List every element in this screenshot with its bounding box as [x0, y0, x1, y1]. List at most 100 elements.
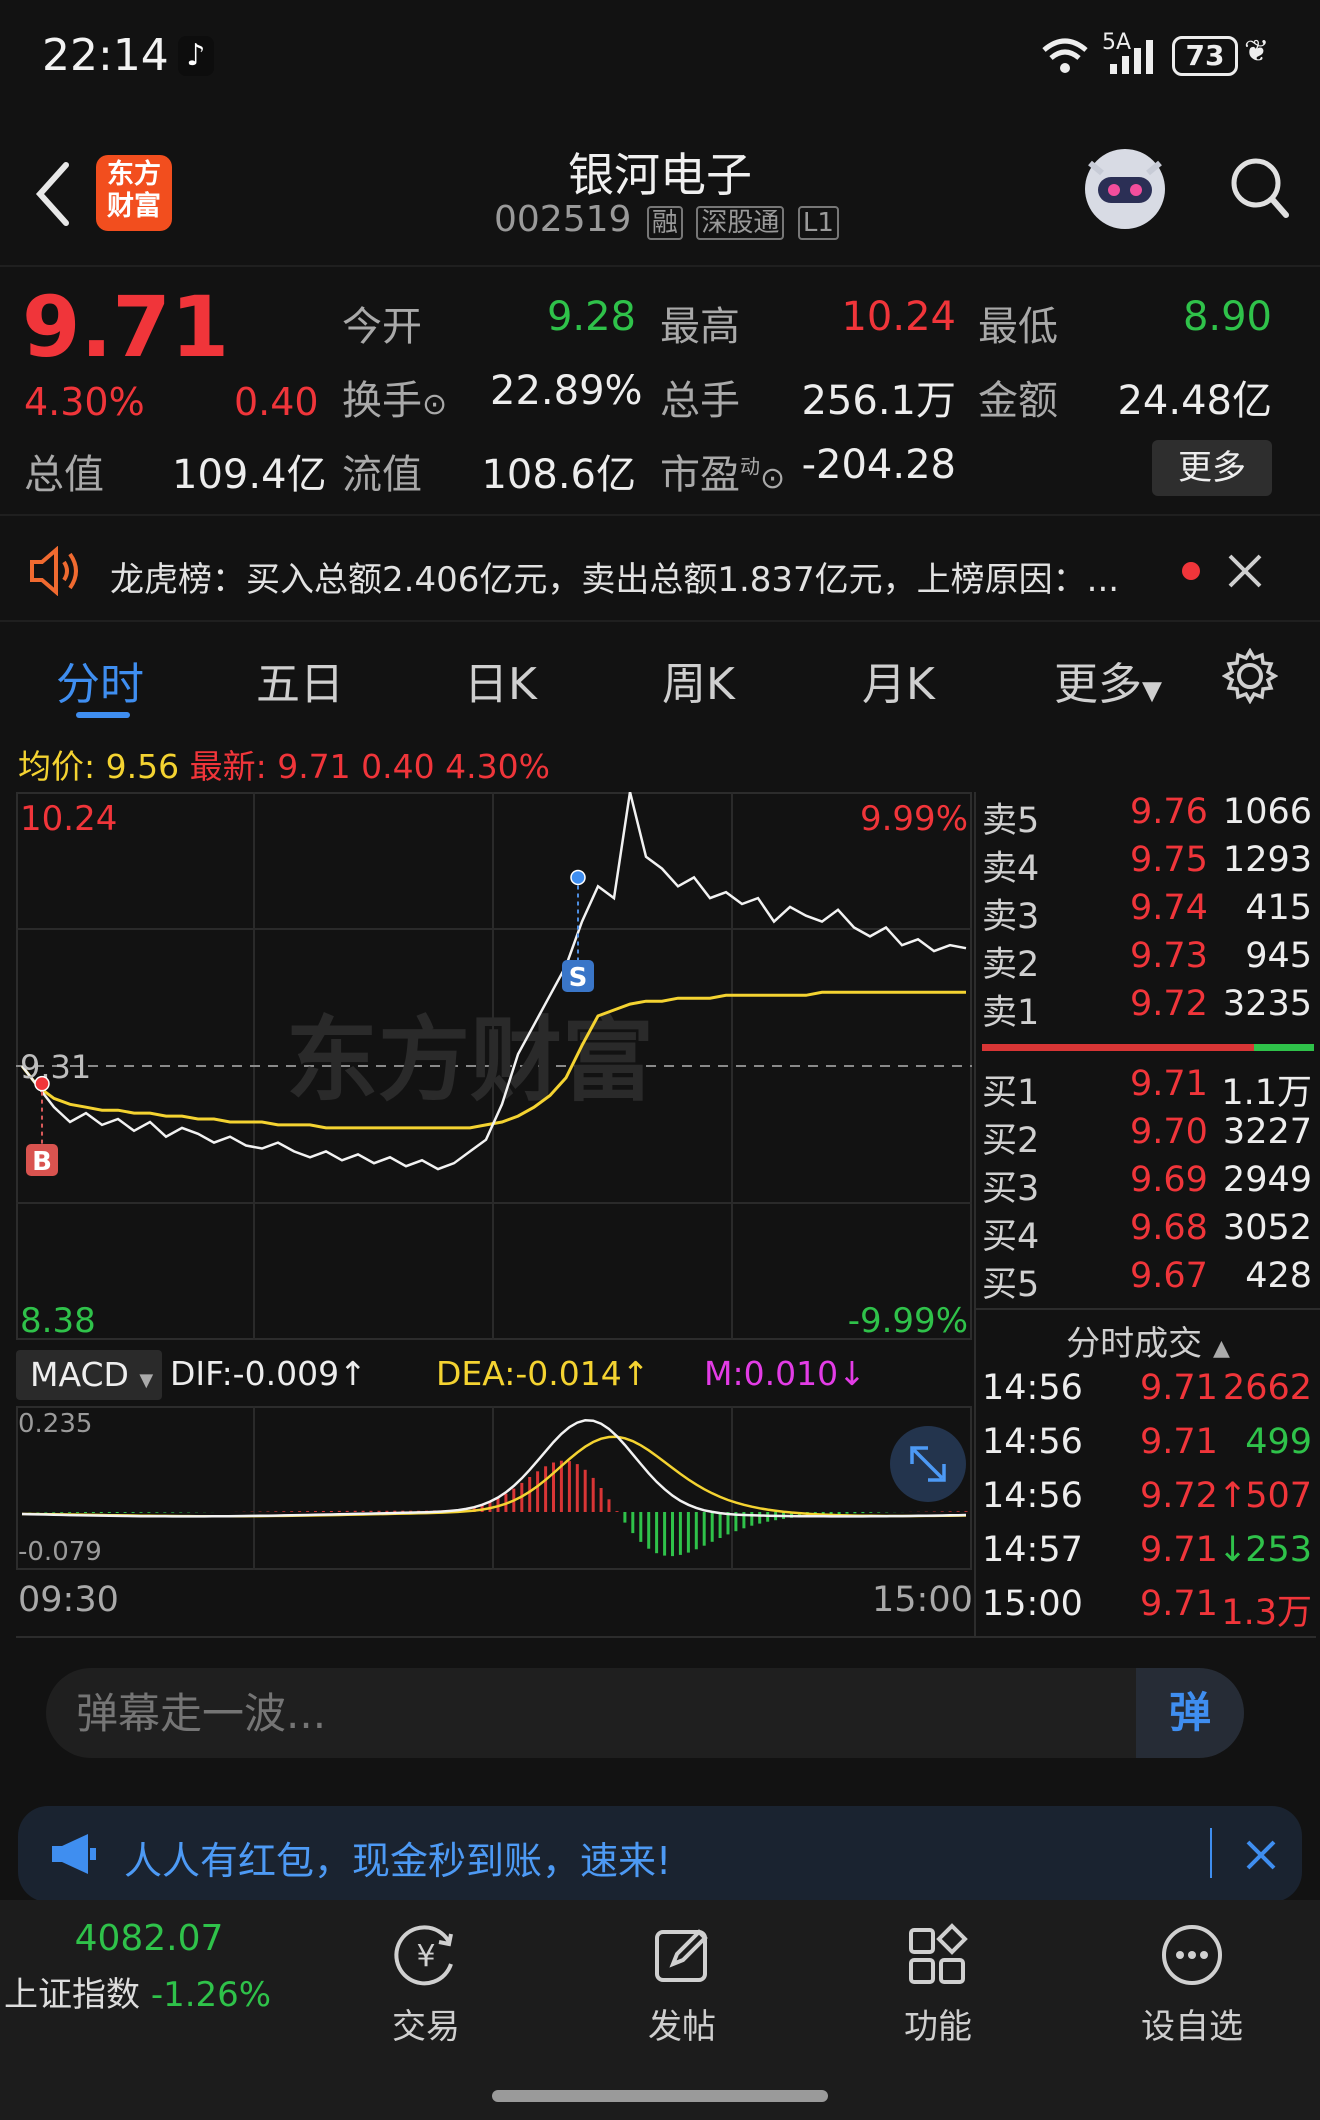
nav-add-watchlist-label: 设自选	[1141, 2007, 1243, 2047]
bid-2-vol: 3227	[1222, 1112, 1312, 1152]
svg-text:¥: ¥	[416, 1939, 435, 1974]
danmu-bar: 弹	[46, 1668, 1244, 1758]
macd-bar	[52, 1512, 56, 1513]
wifi-icon	[1042, 38, 1088, 73]
yuan-icon: ¥	[394, 1925, 453, 1986]
signal-icon	[1110, 40, 1153, 74]
ask-5-row[interactable]: 卖5 9.76 1066	[980, 792, 1316, 841]
buy-marker-label: B	[32, 1147, 52, 1177]
last-price: 9.71	[22, 278, 230, 376]
tab-five-day[interactable]: 五日	[256, 648, 344, 712]
macd-bar	[956, 1511, 960, 1512]
macd-bar	[361, 1510, 365, 1512]
nav-functions-label: 功能	[904, 2007, 972, 2047]
tick-price: 9.71↓	[1140, 1530, 1247, 1570]
macd-chart[interactable]: 0.235 -0.079	[16, 1406, 972, 1570]
ask-1-label: 卖1	[982, 993, 1040, 1033]
margin-tag: 融	[646, 206, 683, 240]
bid-1-row[interactable]: 买1 9.71 1.1万	[980, 1064, 1316, 1113]
nav-functions[interactable]: 功能	[838, 1920, 1038, 2048]
pe-label: 市盈动⊙	[660, 442, 785, 500]
macd-bar	[710, 1512, 714, 1542]
macd-m: M:0.010↓	[704, 1354, 866, 1393]
macd-bar	[718, 1512, 722, 1538]
more-button[interactable]: 更多	[1152, 440, 1272, 496]
gear-icon[interactable]	[1222, 648, 1278, 704]
tick-dir: ↑	[1217, 1476, 1248, 1516]
nav-trade[interactable]: ¥ 交易	[326, 1920, 526, 2048]
ask-4-row[interactable]: 卖4 9.75 1293	[980, 840, 1316, 889]
info-icon[interactable]: ⊙	[422, 387, 447, 422]
tick-time: 14:56	[982, 1476, 1083, 1516]
turnover-label: 换手⊙	[342, 368, 447, 426]
macd-bar	[877, 1512, 881, 1513]
ask-4-price: 9.75	[1130, 840, 1208, 880]
avg-price-legend: 均价: 9.56	[18, 747, 180, 786]
bid-2-label: 买2	[982, 1121, 1040, 1161]
bid-3-row[interactable]: 买3 9.69 2949	[980, 1160, 1316, 1209]
promo-divider	[1210, 1828, 1212, 1878]
tab-intraday[interactable]: 分时	[56, 648, 144, 712]
intraday-chart[interactable]: 东方财富 10.24 8.38 9.31 9.99% -9.99% B S	[16, 792, 972, 1340]
pe-info-icon[interactable]: ⊙	[760, 461, 785, 496]
tick-row[interactable]: 14:56 9.72↑ 507	[980, 1476, 1316, 1528]
ask-1-row[interactable]: 卖1 9.72 3235	[980, 984, 1316, 1033]
ask-2-vol: 945	[1245, 936, 1312, 976]
close-icon[interactable]	[1226, 552, 1264, 590]
tick-dir: ↓	[1217, 1530, 1248, 1570]
chevron-up-icon: ▲	[1212, 1336, 1230, 1361]
macd-bar	[853, 1512, 857, 1514]
bid-2-row[interactable]: 买2 9.70 3227	[980, 1112, 1316, 1161]
float-value: 108.6亿	[481, 452, 636, 498]
promo-close-icon[interactable]	[1244, 1838, 1278, 1872]
macd-bar	[567, 1461, 571, 1512]
x-end-label: 15:00	[872, 1580, 973, 1620]
ask-2-row[interactable]: 卖2 9.73 945	[980, 936, 1316, 985]
tab-more[interactable]: 更多▼	[1054, 648, 1162, 712]
notice-bar[interactable]: 龙虎榜：买入总额2.406亿元，卖出总额1.837亿元，上榜原因：...	[0, 518, 1320, 622]
promo-banner[interactable]: 人人有红包，现金秒到账，速来!	[18, 1806, 1302, 1902]
pct-max-label: 9.99%	[860, 799, 968, 839]
macd-bar	[123, 1512, 127, 1513]
macd-bar	[655, 1512, 659, 1554]
tick-row[interactable]: 15:00 9.71 1.3万	[980, 1584, 1316, 1636]
high-label: 最高	[660, 304, 740, 350]
macd-bar	[369, 1510, 373, 1512]
sell-marker-label: S	[569, 963, 588, 993]
tick-row[interactable]: 14:57 9.71↓ 253	[980, 1530, 1316, 1582]
tab-daily-k[interactable]: 日K	[464, 648, 537, 712]
danmu-send-button[interactable]: 弹	[1136, 1668, 1244, 1758]
bid-5-vol: 428	[1245, 1256, 1312, 1296]
stock-code-line: 002519 融 深股通 L1	[494, 199, 839, 240]
macd-bar	[282, 1511, 286, 1512]
nav-add-watchlist[interactable]: 设自选	[1092, 1920, 1292, 2048]
ask-3-row[interactable]: 卖3 9.74 415	[980, 888, 1316, 937]
search-icon[interactable]	[1228, 155, 1292, 225]
bid-4-label: 买4	[982, 1217, 1040, 1257]
buy-ratio-fill	[982, 1044, 1255, 1051]
tick-row[interactable]: 14:56 9.71 2662	[980, 1368, 1316, 1420]
nav-post[interactable]: 发帖	[582, 1920, 782, 2048]
macd-bar	[115, 1512, 119, 1513]
bid-5-row[interactable]: 买5 9.67 428	[980, 1256, 1316, 1305]
tick-price: 9.71	[1140, 1368, 1218, 1408]
index-widget[interactable]: 4082.07 上证指数 -1.26%	[4, 1918, 294, 2016]
bid-3-price: 9.69	[1130, 1160, 1208, 1200]
ask-1-price: 9.72	[1130, 984, 1208, 1024]
bid-4-row[interactable]: 买4 9.68 3052	[980, 1208, 1316, 1257]
tick-row[interactable]: 14:56 9.71 499	[980, 1422, 1316, 1474]
macd-dea: DEA:-0.014↑	[436, 1354, 650, 1393]
chart-legend: 均价: 9.56 最新: 9.71 0.40 4.30%	[18, 740, 550, 788]
buy-marker[interactable]: B	[26, 1075, 58, 1177]
tick-price: 9.71	[1140, 1584, 1218, 1624]
tab-weekly-k[interactable]: 周K	[662, 648, 735, 712]
ticks-header[interactable]: 分时成交 ▲	[976, 1310, 1320, 1365]
turnover-value: 22.89%	[490, 368, 643, 414]
danmu-input[interactable]	[76, 1668, 1076, 1758]
grid-apps-icon	[909, 1923, 968, 1984]
macd-bar	[44, 1512, 48, 1513]
indicator-selector[interactable]: MACD ▼	[16, 1350, 162, 1400]
robot-assistant-icon[interactable]	[1080, 143, 1170, 235]
tab-monthly-k[interactable]: 月K	[862, 648, 935, 712]
macd-bar	[948, 1511, 952, 1512]
